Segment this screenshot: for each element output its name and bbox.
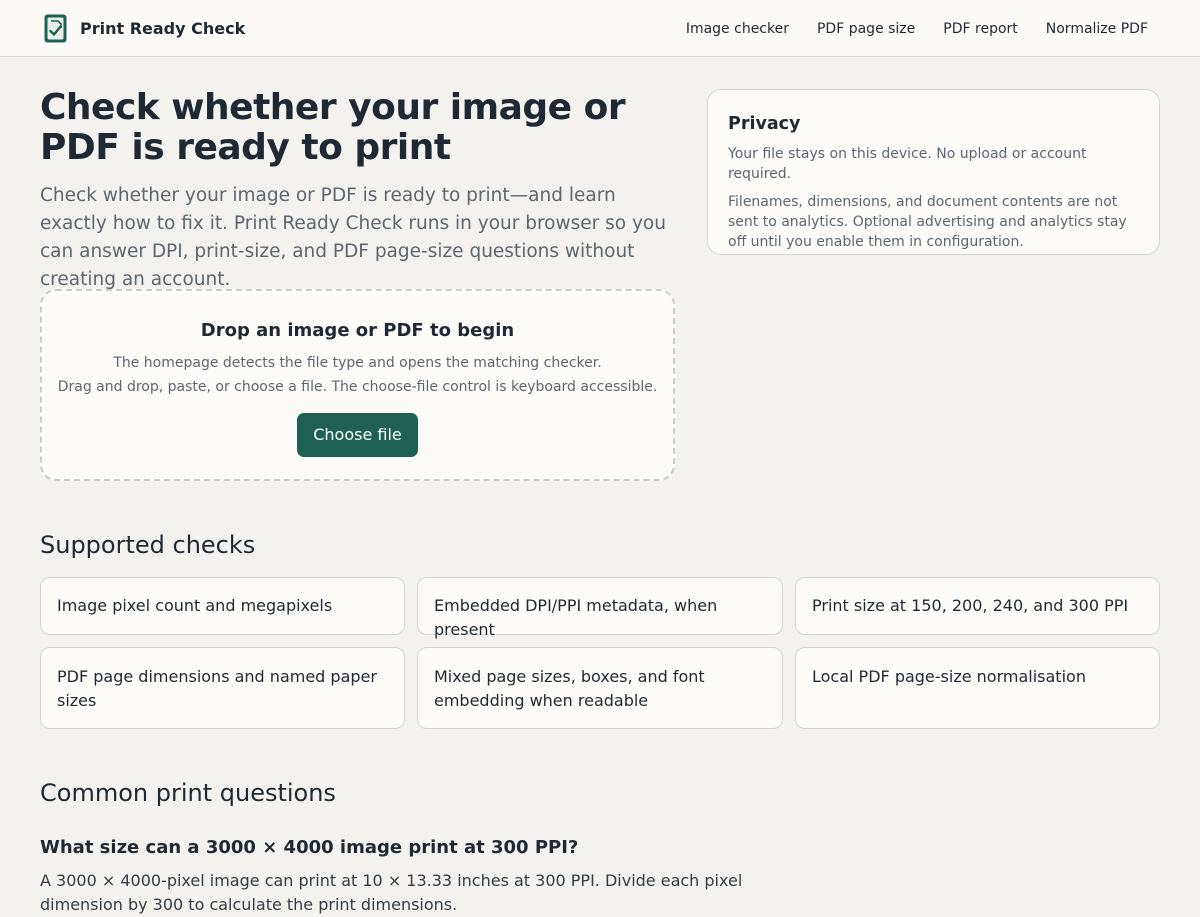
check-card: Image pixel count and megapixels bbox=[40, 577, 405, 635]
main-nav: Image checker PDF page size PDF report N… bbox=[658, 0, 1148, 57]
check-card: Local PDF page-size normalisation bbox=[795, 647, 1160, 729]
faq-question: What size can a 3000 × 4000 image print … bbox=[40, 837, 579, 858]
page-subtitle: Check whether your image or PDF is ready… bbox=[40, 185, 666, 290]
dropzone-title: Drop an image or PDF to begin bbox=[200, 320, 515, 341]
check-card: PDF page dimensions and named paper size… bbox=[40, 647, 405, 729]
document-check-icon bbox=[44, 14, 67, 43]
dropzone-hint-input: Drag and drop, paste, or choose a file. … bbox=[57, 379, 658, 395]
choose-file-button[interactable]: Choose file bbox=[297, 413, 418, 457]
nav-link-image-checker[interactable]: Image checker bbox=[686, 21, 789, 37]
supported-checks-heading: Supported checks bbox=[40, 531, 256, 559]
privacy-text-analytics: Filenames, dimensions, and document cont… bbox=[728, 194, 1127, 250]
nav-link-pdf-page-size[interactable]: PDF page size bbox=[817, 21, 915, 37]
file-dropzone[interactable]: Drop an image or PDF to begin The homepa… bbox=[40, 289, 675, 481]
check-card: Mixed page sizes, boxes, and font embedd… bbox=[417, 647, 783, 729]
page-title: Check whether your image or PDF is ready… bbox=[40, 87, 626, 168]
privacy-card: Privacy Your file stays on this device. … bbox=[707, 89, 1160, 255]
brand[interactable]: Print Ready Check bbox=[44, 14, 245, 43]
check-card: Print size at 150, 200, 240, and 300 PPI bbox=[795, 577, 1160, 635]
nav-link-pdf-report[interactable]: PDF report bbox=[943, 21, 1017, 37]
brand-name: Print Ready Check bbox=[80, 19, 246, 38]
site-header: Print Ready Check Image checker PDF page… bbox=[0, 0, 1200, 57]
faq-heading: Common print questions bbox=[40, 779, 336, 807]
faq-answer: A 3000 × 4000-pixel image can print at 1… bbox=[40, 871, 743, 914]
privacy-text-device: Your file stays on this device. No uploa… bbox=[728, 146, 1087, 182]
check-card: Embedded DPI/PPI metadata, when present bbox=[417, 577, 783, 639]
dropzone-hint-detect: The homepage detects the file type and o… bbox=[113, 355, 602, 371]
supported-checks-grid: Image pixel count and megapixels Embedde… bbox=[40, 577, 1160, 729]
nav-link-normalize-pdf[interactable]: Normalize PDF bbox=[1046, 21, 1148, 37]
privacy-title: Privacy bbox=[728, 114, 801, 134]
